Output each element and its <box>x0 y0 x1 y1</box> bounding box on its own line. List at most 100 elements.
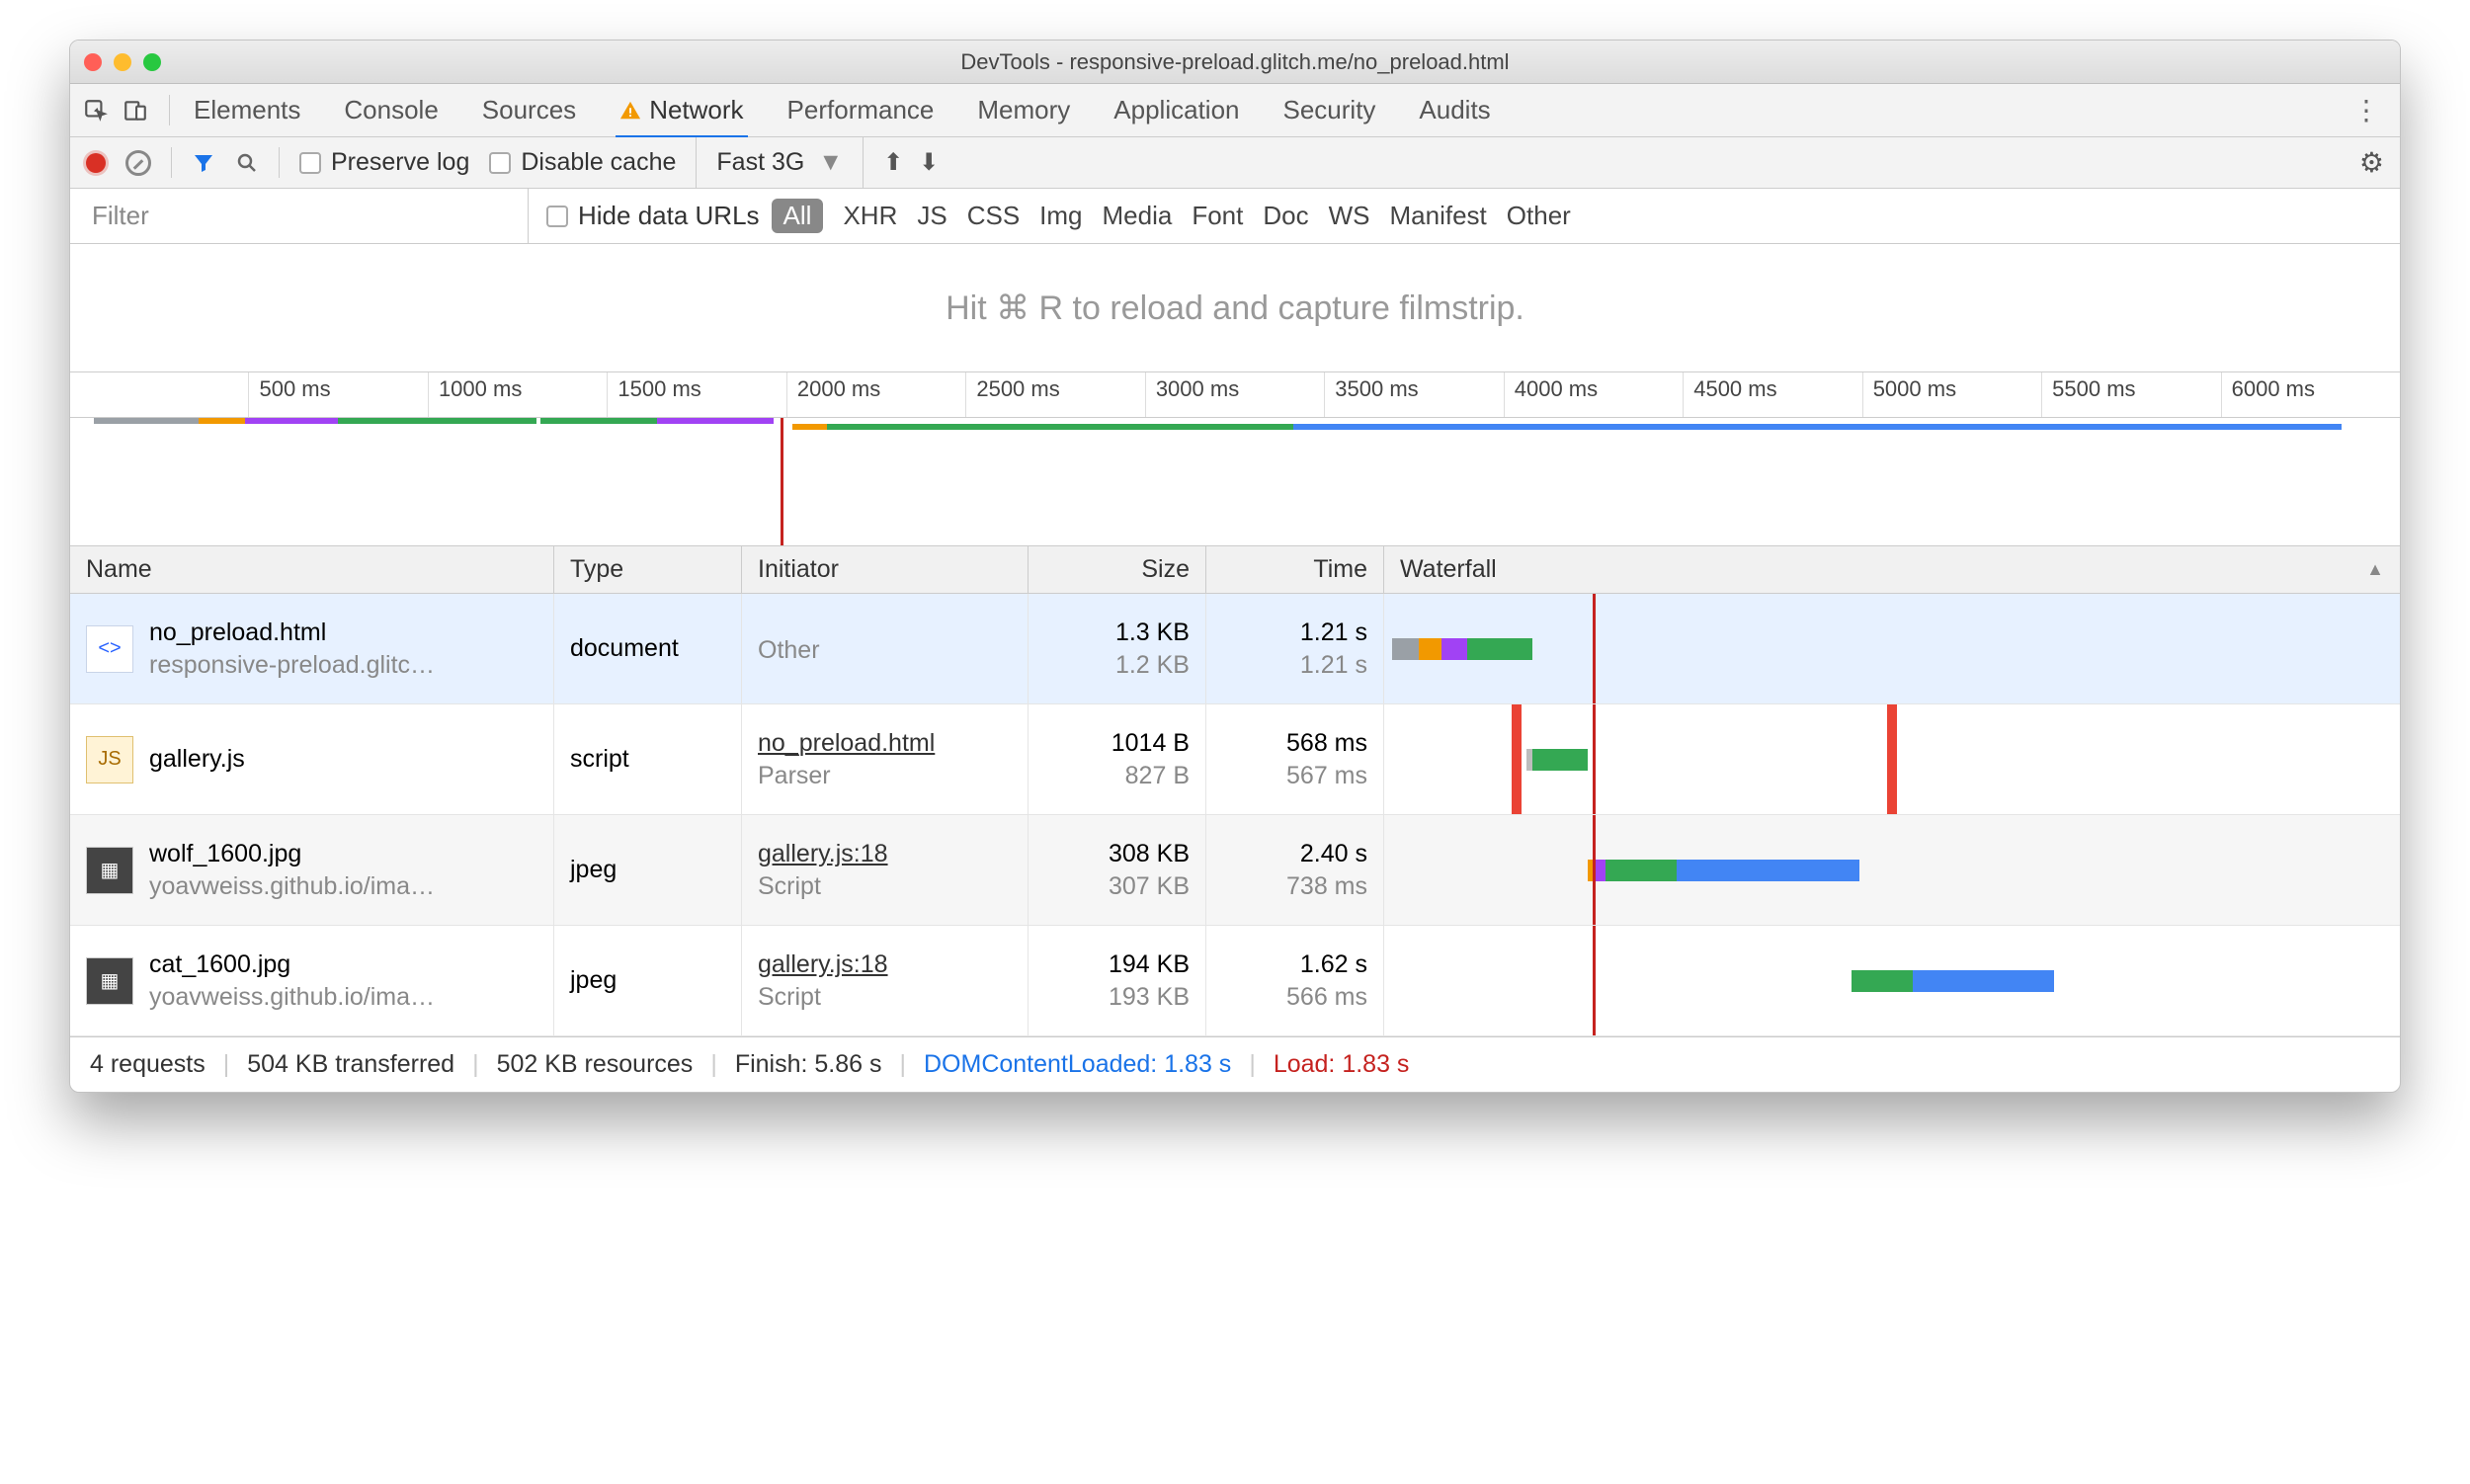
status-load: Load: 1.83 s <box>1274 1050 1410 1079</box>
upload-har-icon[interactable]: ⬆ <box>883 148 903 177</box>
status-bar: 4 requests| 504 KB transferred| 502 KB r… <box>70 1036 2400 1092</box>
cell-name: ▦cat_1600.jpgyoavweiss.github.io/ima… <box>70 926 554 1035</box>
filter-type-ws[interactable]: WS <box>1329 201 1370 231</box>
disable-cache-label: Disable cache <box>521 148 676 176</box>
throttling-select[interactable]: Fast 3G ▼ <box>696 137 864 188</box>
table-row[interactable]: ▦wolf_1600.jpgyoavweiss.github.io/ima…jp… <box>70 815 2400 926</box>
col-name[interactable]: Name <box>70 546 554 593</box>
tab-security[interactable]: Security <box>1279 85 1380 135</box>
cell-name: ▦wolf_1600.jpgyoavweiss.github.io/ima… <box>70 815 554 925</box>
sort-asc-icon: ▲ <box>2366 559 2384 580</box>
cell-time: 1.21 s1.21 s <box>1206 594 1384 703</box>
cell-waterfall <box>1384 815 2400 925</box>
clear-button[interactable] <box>125 150 151 176</box>
request-name: gallery.js <box>149 745 245 774</box>
filter-bar: Hide data URLs All XHR JS CSS Img Media Font Do… <box>70 189 2400 244</box>
ruler-tick: 2500 ms <box>965 372 1144 417</box>
cell-type: script <box>554 704 742 814</box>
cell-type: jpeg <box>554 926 742 1035</box>
timeline-ruler[interactable]: 500 ms1000 ms1500 ms2000 ms2500 ms3000 m… <box>70 372 2400 418</box>
filter-type-css[interactable]: CSS <box>967 201 1020 231</box>
timeline-segment <box>792 424 827 430</box>
col-time[interactable]: Time <box>1206 546 1384 593</box>
col-size[interactable]: Size <box>1029 546 1206 593</box>
timeline-overview[interactable] <box>70 418 2400 546</box>
disable-cache-checkbox[interactable]: Disable cache <box>489 148 676 177</box>
separator <box>171 147 172 178</box>
table-row[interactable]: <>no_preload.htmlresponsive-preload.glit… <box>70 594 2400 704</box>
chevron-down-icon: ▼ <box>818 148 843 177</box>
waterfall-segment <box>1467 638 1518 660</box>
ruler-tick: 4000 ms <box>1504 372 1683 417</box>
tab-label: Elements <box>194 95 300 125</box>
initiator-link[interactable]: gallery.js:18 <box>758 950 1012 979</box>
ruler-tick: 2000 ms <box>786 372 965 417</box>
throttling-value: Fast 3G <box>716 148 804 177</box>
waterfall-segment <box>1677 860 1859 881</box>
filter-type-xhr[interactable]: XHR <box>843 201 897 231</box>
tab-label: Sources <box>482 95 576 125</box>
waterfall-segment <box>1606 860 1677 881</box>
tab-label: Security <box>1283 95 1376 125</box>
inspect-element-icon[interactable] <box>76 91 116 130</box>
cell-waterfall <box>1384 926 2400 1035</box>
table-row[interactable]: ▦cat_1600.jpgyoavweiss.github.io/ima…jpe… <box>70 926 2400 1036</box>
filmstrip-hint: Hit ⌘ R to reload and capture filmstrip. <box>70 244 2400 372</box>
filter-icon[interactable] <box>192 151 215 175</box>
col-type[interactable]: Type <box>554 546 742 593</box>
request-name: cat_1600.jpg <box>149 950 435 979</box>
cell-size: 308 KB307 KB <box>1029 815 1206 925</box>
filter-type-other[interactable]: Other <box>1507 201 1571 231</box>
kebab-menu-icon[interactable]: ⋮ <box>2339 94 2394 126</box>
titlebar: DevTools - responsive-preload.glitch.me/… <box>70 41 2400 84</box>
warning-icon <box>619 100 641 122</box>
status-requests: 4 requests <box>90 1050 206 1079</box>
filter-type-all[interactable]: All <box>772 199 824 233</box>
cell-initiator: Other <box>742 594 1029 703</box>
filter-type-js[interactable]: JS <box>917 201 947 231</box>
hide-data-urls-checkbox[interactable]: Hide data URLs <box>546 201 760 231</box>
tab-application[interactable]: Application <box>1110 85 1243 135</box>
cell-time: 1.62 s566 ms <box>1206 926 1384 1035</box>
filter-type-media[interactable]: Media <box>1103 201 1173 231</box>
search-icon[interactable] <box>235 151 259 175</box>
cell-initiator: gallery.js:18Script <box>742 815 1029 925</box>
ruler-tick: 5500 ms <box>2041 372 2220 417</box>
load-marker <box>1593 926 1596 1035</box>
request-name: no_preload.html <box>149 618 435 647</box>
initiator-link[interactable]: no_preload.html <box>758 729 1012 758</box>
cell-name: <>no_preload.htmlresponsive-preload.glit… <box>70 594 554 703</box>
tab-network[interactable]: Network <box>616 85 747 139</box>
filter-input[interactable] <box>74 189 529 243</box>
download-har-icon[interactable]: ⬇ <box>919 148 939 177</box>
tab-console[interactable]: Console <box>340 85 442 135</box>
table-row[interactable]: JSgallery.jsscriptno_preload.htmlParser1… <box>70 704 2400 815</box>
waterfall-segment <box>1419 638 1441 660</box>
request-name: wolf_1600.jpg <box>149 840 435 868</box>
request-domain: responsive-preload.glitc… <box>149 651 435 680</box>
record-button[interactable] <box>86 153 106 173</box>
preserve-log-label: Preserve log <box>331 148 469 176</box>
device-toolbar-icon[interactable] <box>116 91 155 130</box>
ruler-tick: 1000 ms <box>428 372 607 417</box>
preserve-log-checkbox[interactable]: Preserve log <box>299 148 469 177</box>
settings-icon[interactable]: ⚙ <box>2359 146 2384 179</box>
filter-type-doc[interactable]: Doc <box>1263 201 1308 231</box>
tab-performance[interactable]: Performance <box>783 85 939 135</box>
initiator-link[interactable]: gallery.js:18 <box>758 840 1012 868</box>
tab-label: Memory <box>977 95 1070 125</box>
tab-audits[interactable]: Audits <box>1415 85 1494 135</box>
request-domain: yoavweiss.github.io/ima… <box>149 983 435 1012</box>
tab-sources[interactable]: Sources <box>478 85 580 135</box>
hide-data-urls-label: Hide data URLs <box>578 201 760 231</box>
col-waterfall[interactable]: Waterfall ▲ <box>1384 546 2400 593</box>
timeline-segment <box>199 418 245 424</box>
tab-elements[interactable]: Elements <box>190 85 304 135</box>
filter-type-font[interactable]: Font <box>1192 201 1243 231</box>
ruler-tick: 6000 ms <box>2221 372 2400 417</box>
filter-type-img[interactable]: Img <box>1039 201 1082 231</box>
col-initiator[interactable]: Initiator <box>742 546 1029 593</box>
ruler-tick <box>70 372 248 417</box>
filter-type-manifest[interactable]: Manifest <box>1390 201 1487 231</box>
tab-memory[interactable]: Memory <box>973 85 1074 135</box>
